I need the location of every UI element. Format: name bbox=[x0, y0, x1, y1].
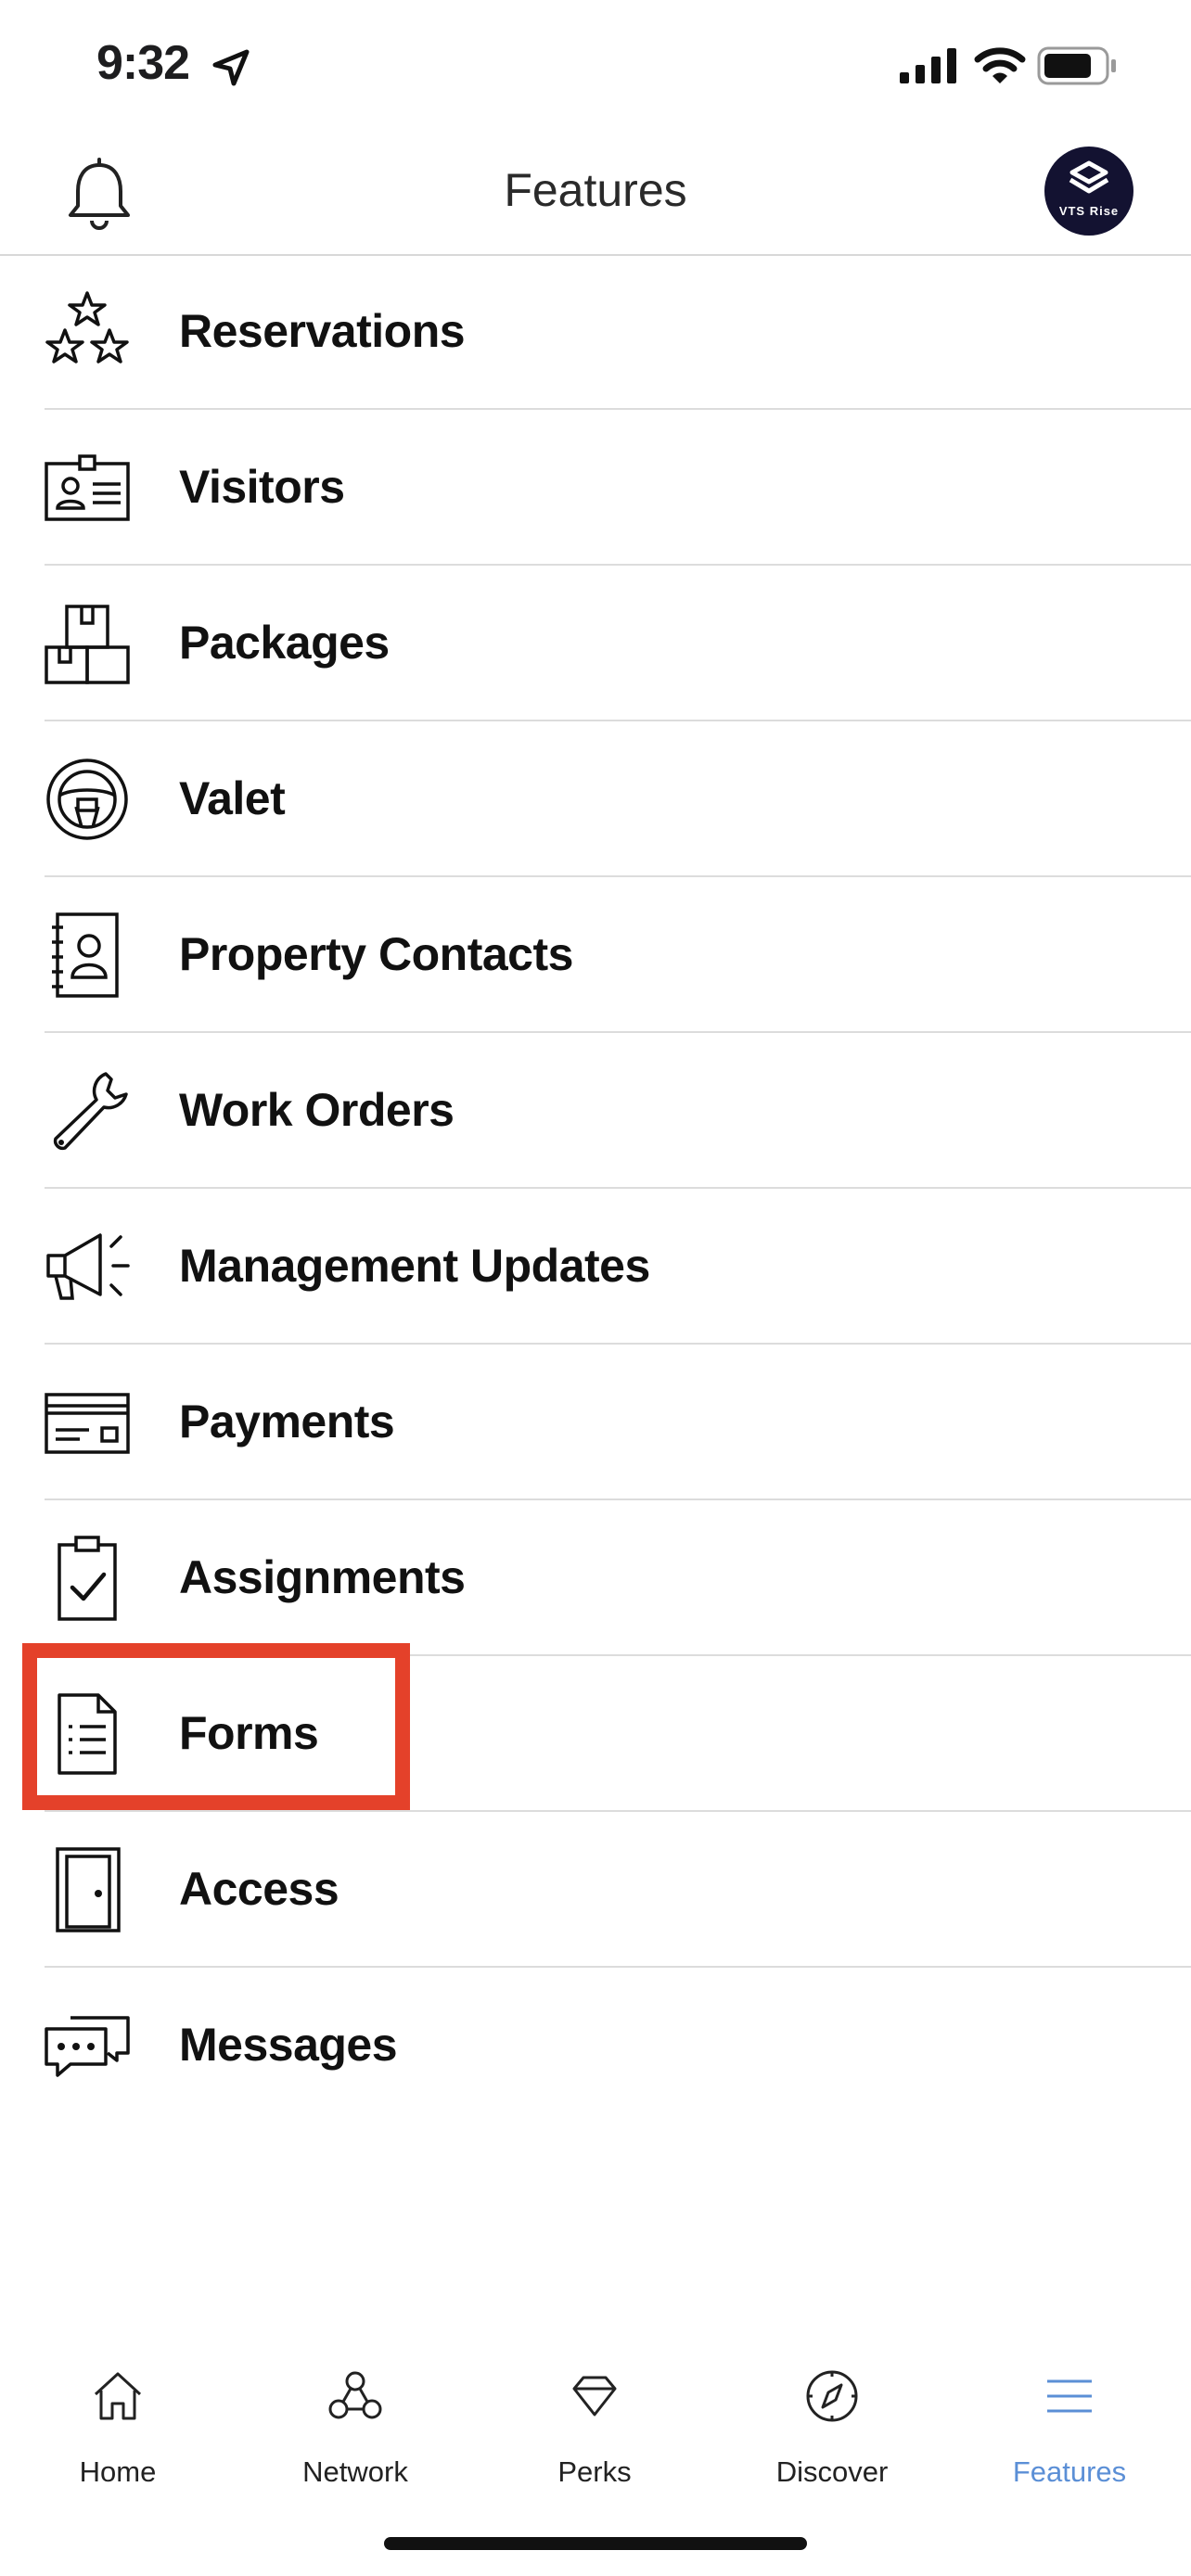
page-title: Features bbox=[504, 164, 687, 216]
feature-list: Reservations Visitors Packages Valet Pro… bbox=[0, 254, 1191, 2123]
feature-item-management-updates[interactable]: Management Updates bbox=[0, 1189, 1191, 1345]
door-icon bbox=[56, 1847, 121, 1932]
tab-discover[interactable]: Discover bbox=[725, 2340, 939, 2489]
feature-item-payments[interactable]: Payments bbox=[0, 1345, 1191, 1500]
feature-label: Payments bbox=[179, 1396, 395, 1447]
feature-label: Reservations bbox=[179, 305, 466, 357]
feature-item-assignments[interactable]: Assignments bbox=[0, 1500, 1191, 1656]
feature-label: Work Orders bbox=[179, 1084, 455, 1136]
boxes-icon bbox=[45, 605, 130, 684]
feature-label: Assignments bbox=[179, 1551, 466, 1603]
tab-label: Perks bbox=[557, 2455, 632, 2488]
home-indicator bbox=[384, 2537, 807, 2550]
vts-logo-icon bbox=[1069, 160, 1109, 194]
feature-item-work-orders[interactable]: Work Orders bbox=[0, 1033, 1191, 1189]
feature-label: Management Updates bbox=[179, 1240, 650, 1292]
diamond-icon bbox=[572, 2376, 617, 2417]
feature-item-reservations[interactable]: Reservations bbox=[0, 254, 1191, 410]
wrench-icon bbox=[53, 1072, 128, 1151]
clipboard-check-icon bbox=[58, 1536, 117, 1621]
nav-header: Features VTS Rise bbox=[0, 130, 1191, 256]
chat-bubbles-icon bbox=[45, 2016, 130, 2077]
tab-features[interactable]: Features bbox=[963, 2340, 1176, 2489]
tab-label: Home bbox=[79, 2455, 157, 2488]
feature-label: Valet bbox=[179, 772, 286, 824]
tab-home[interactable]: Home bbox=[11, 2340, 224, 2489]
feature-item-valet[interactable]: Valet bbox=[0, 721, 1191, 877]
feature-label: Packages bbox=[179, 617, 390, 669]
credit-card-icon bbox=[45, 1393, 130, 1454]
tab-label: Features bbox=[1012, 2455, 1127, 2488]
feature-item-messages[interactable]: Messages bbox=[0, 1968, 1191, 2123]
feature-item-property-contacts[interactable]: Property Contacts bbox=[0, 877, 1191, 1033]
feature-label: Visitors bbox=[179, 461, 345, 513]
house-icon bbox=[94, 2372, 142, 2420]
contact-book-icon bbox=[52, 912, 119, 998]
profile-avatar[interactable]: VTS Rise bbox=[1044, 147, 1133, 236]
feature-label: Property Contacts bbox=[179, 928, 573, 980]
location-arrow-icon bbox=[212, 49, 250, 86]
tab-bar: Home Network Perks Discover Features bbox=[0, 2340, 1191, 2507]
feature-item-packages[interactable]: Packages bbox=[0, 566, 1191, 721]
megaphone-icon bbox=[46, 1233, 130, 1300]
battery-icon bbox=[1037, 46, 1116, 85]
tab-perks[interactable]: Perks bbox=[488, 2340, 701, 2489]
feature-item-visitors[interactable]: Visitors bbox=[0, 410, 1191, 566]
forms-highlight-box bbox=[22, 1643, 410, 1810]
status-bar: 9:32 bbox=[0, 0, 1191, 130]
cellular-signal-icon bbox=[900, 48, 956, 83]
feature-label: Access bbox=[179, 1863, 339, 1915]
tab-network[interactable]: Network bbox=[249, 2340, 462, 2489]
id-badge-icon bbox=[45, 454, 130, 521]
network-nodes-icon bbox=[328, 2371, 382, 2419]
tab-label: Discover bbox=[775, 2455, 889, 2488]
feature-item-access[interactable]: Access bbox=[0, 1812, 1191, 1968]
avatar-text: VTS Rise bbox=[1058, 204, 1120, 218]
stars-icon bbox=[45, 291, 129, 363]
compass-icon bbox=[806, 2370, 858, 2422]
status-time: 9:32 bbox=[96, 36, 190, 90]
tab-label: Network bbox=[302, 2455, 408, 2488]
menu-lines-icon bbox=[1047, 2379, 1092, 2413]
feature-label: Messages bbox=[179, 2019, 398, 2071]
steering-wheel-icon bbox=[46, 759, 128, 840]
wifi-icon bbox=[974, 47, 1026, 83]
